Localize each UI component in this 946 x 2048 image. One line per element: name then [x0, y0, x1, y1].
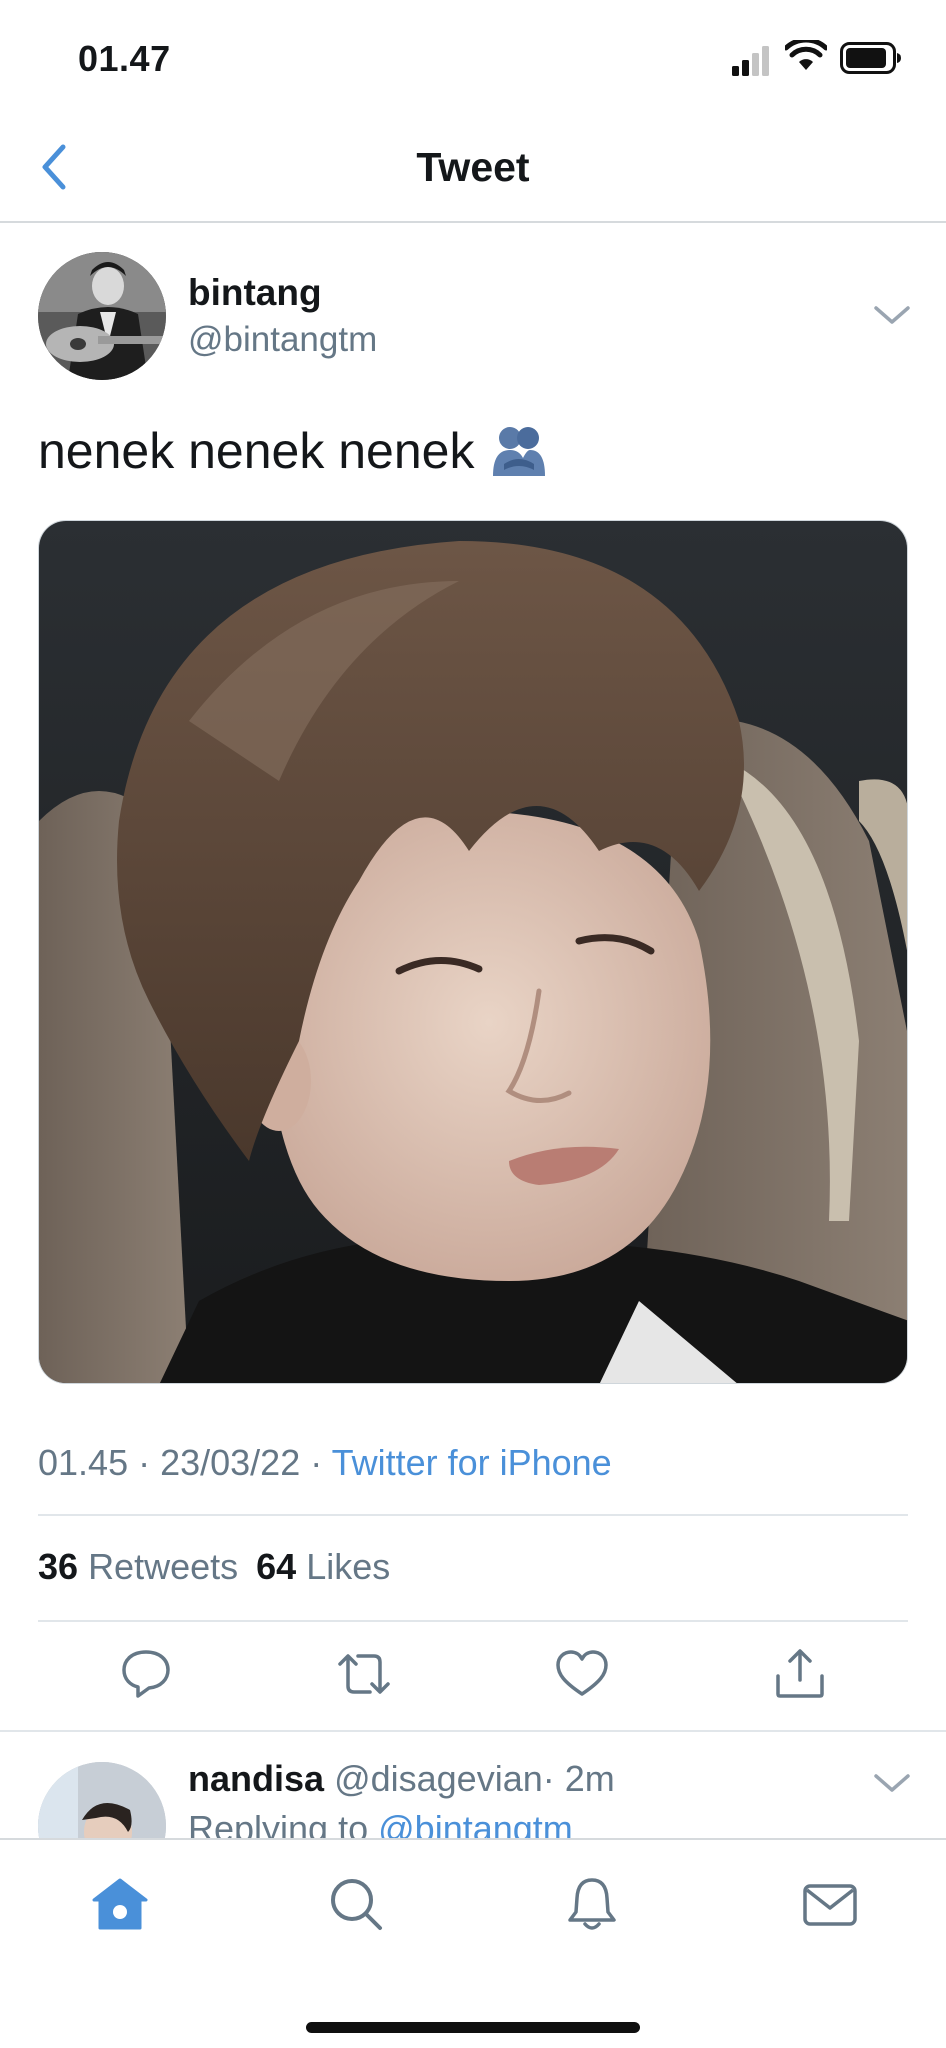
tab-bar	[0, 1838, 946, 2048]
reply-author-handle[interactable]: @disagevian	[334, 1758, 543, 1799]
likes-label: Likes	[306, 1546, 391, 1587]
notifications-icon	[568, 1878, 616, 1930]
tweet-photo	[39, 521, 907, 1383]
reply-time: · 2m	[542, 1758, 615, 1799]
reply-header: nandisa @disagevian· 2m	[188, 1758, 615, 1800]
likes-stat[interactable]: 64 Likes	[256, 1546, 390, 1587]
nav-header: Tweet	[0, 110, 946, 223]
divider	[0, 1730, 946, 1732]
author-avatar[interactable]	[38, 252, 166, 380]
home-indicator	[306, 2022, 640, 2033]
like-icon	[556, 1650, 608, 1696]
tab-home[interactable]	[90, 1874, 150, 1934]
tab-messages[interactable]	[800, 1874, 860, 1934]
home-icon	[92, 1878, 148, 1930]
signal-icon	[732, 46, 769, 76]
divider	[38, 1620, 908, 1622]
reply-author-name[interactable]: nandisa	[188, 1758, 324, 1799]
reply-button[interactable]	[118, 1648, 174, 1700]
tweet-text-content: nenek nenek nenek	[38, 423, 475, 479]
tweet-options-button[interactable]	[872, 300, 912, 330]
tweet-date: 23/03/22	[160, 1442, 301, 1483]
tweet-text: nenek nenek nenek	[38, 422, 548, 480]
status-time: 01.47	[78, 38, 171, 79]
tweet-stats: 36 Retweets 64 Likes	[38, 1546, 390, 1588]
tab-search[interactable]	[326, 1874, 386, 1934]
likes-count: 64	[256, 1546, 297, 1587]
tab-notifications[interactable]	[562, 1874, 622, 1934]
share-button[interactable]	[772, 1648, 828, 1700]
share-icon	[776, 1649, 824, 1698]
reply-icon	[122, 1650, 170, 1698]
like-button[interactable]	[554, 1648, 610, 1700]
retweet-button[interactable]	[336, 1648, 392, 1700]
reply-options-button[interactable]	[872, 1768, 912, 1798]
people-hugging-emoji	[493, 427, 546, 476]
status-bar: 01.47	[0, 0, 946, 110]
chevron-down-icon	[874, 1774, 910, 1792]
retweets-label: Retweets	[88, 1546, 239, 1587]
avatar-image	[38, 252, 166, 380]
tweet-source-link[interactable]: Twitter for iPhone	[332, 1442, 612, 1483]
retweets-stat[interactable]: 36 Retweets	[38, 1546, 238, 1587]
battery-icon	[840, 42, 901, 74]
page-title: Tweet	[416, 144, 530, 190]
retweets-count: 36	[38, 1546, 79, 1587]
divider	[38, 1514, 908, 1516]
author-name[interactable]: bintang	[188, 272, 322, 314]
chevron-down-icon	[874, 306, 910, 324]
tweet-time: 01.45	[38, 1442, 129, 1483]
messages-icon	[803, 1884, 857, 1926]
wifi-icon	[785, 40, 827, 70]
meta-separator: ·	[300, 1442, 332, 1483]
tweet-media-image[interactable]	[38, 520, 908, 1384]
tweet-meta: 01.45 · 23/03/22 · Twitter for iPhone	[38, 1442, 612, 1484]
meta-separator: ·	[128, 1442, 161, 1483]
search-icon	[331, 1879, 382, 1930]
retweet-icon	[338, 1654, 390, 1694]
author-handle[interactable]: @bintangtm	[188, 320, 377, 360]
